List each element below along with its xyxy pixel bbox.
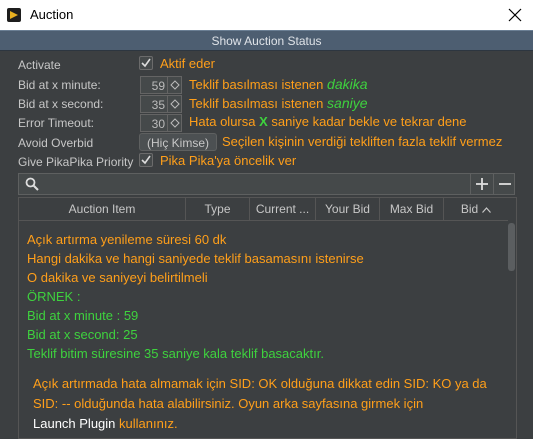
column-header-type[interactable]: Type	[186, 198, 250, 220]
show-auction-status-label: Show Auction Status	[211, 34, 322, 48]
check-icon	[141, 58, 151, 68]
plus-icon	[476, 178, 488, 190]
column-header-max-bid[interactable]: Max Bid	[380, 198, 444, 220]
info-line-3: O dakika ve saniyeyi belirtilmeli	[27, 270, 208, 285]
column-header-your-bid[interactable]: Your Bid	[316, 198, 380, 220]
error-timeout-spin-button[interactable]	[167, 115, 181, 131]
search-icon	[25, 177, 39, 191]
sort-ascending-icon	[482, 206, 492, 213]
info-line-6: Bid at x second: 25	[27, 327, 138, 342]
error-timeout-label: Error Timeout:	[18, 116, 95, 130]
priority-checkbox[interactable]	[139, 153, 153, 167]
priority-description: Pika Pika'ya öncelik ver	[160, 153, 297, 168]
launch-plugin-text: Launch Plugin	[33, 416, 116, 431]
error-timeout-value: 30	[151, 117, 165, 131]
bid-minute-value: 59	[151, 79, 165, 93]
error-timeout-description: Hata olursa X saniye kadar bekle ve tekr…	[189, 114, 467, 129]
minus-icon	[499, 183, 511, 185]
table-header: Auction Item Type Current ... Your Bid M…	[19, 198, 508, 221]
info-line-10: Launch Plugin kullanınız.	[33, 416, 178, 431]
avoid-overbid-select-button[interactable]: (Hiç Kimse)	[139, 133, 217, 151]
bid-minute-spin-button[interactable]	[167, 77, 181, 93]
activate-label: Activate	[18, 58, 61, 72]
bid-second-description: Teklif basılması istenen saniye	[189, 95, 368, 111]
show-auction-status-button[interactable]: Show Auction Status	[0, 30, 533, 51]
remove-button[interactable]	[493, 174, 515, 194]
avoid-overbid-description: Seçilen kişinin verdiği tekliften fazla …	[222, 134, 503, 149]
info-line-4: ÖRNEK :	[27, 289, 81, 304]
title-bar: Auction	[0, 0, 533, 30]
column-header-current[interactable]: Current ...	[250, 198, 316, 220]
info-line-8: Açık artırmada hata almamak için SID: OK…	[33, 376, 487, 391]
spinner-arrows-icon	[170, 99, 180, 109]
info-line-7: Teklif bitim süresine 35 saniye kala tek…	[27, 346, 324, 361]
bid-minute-description: Teklif basılması istenen dakika	[189, 76, 368, 92]
info-line-1: Açık artırma yenileme süresi 60 dk	[27, 232, 227, 247]
column-header-bid[interactable]: Bid	[444, 198, 508, 220]
search-input[interactable]	[45, 175, 465, 193]
auction-app-icon	[7, 8, 21, 22]
priority-label: Give PikaPika Priority	[18, 155, 134, 169]
activate-description: Aktif eder	[160, 56, 215, 71]
info-line-2: Hangi dakika ve hangi saniyede teklif ba…	[27, 251, 364, 266]
bid-second-value: 35	[151, 98, 165, 112]
table-scrollbar[interactable]	[507, 221, 516, 438]
search-bar	[18, 173, 515, 195]
bid-second-spin-button[interactable]	[167, 96, 181, 112]
close-button[interactable]	[497, 0, 533, 30]
window-title: Auction	[30, 7, 74, 22]
scrollbar-thumb[interactable]	[508, 223, 515, 271]
info-line-9: SID: -- olduğunda hata alabilirsiniz. Oy…	[33, 396, 424, 411]
bid-minute-label: Bid at x minute:	[18, 78, 101, 92]
close-icon	[508, 8, 522, 22]
column-header-bid-label: Bid	[460, 202, 479, 216]
spinner-arrows-icon	[170, 80, 180, 90]
avoid-overbid-label: Avoid Overbid	[18, 136, 94, 150]
spinner-arrows-icon	[170, 118, 180, 128]
bid-second-spinner[interactable]: 35	[140, 95, 182, 113]
bid-second-label: Bid at x second:	[18, 97, 104, 111]
add-button[interactable]	[470, 174, 492, 194]
info-line-5: Bid at x minute : 59	[27, 308, 139, 323]
check-icon	[141, 155, 151, 165]
activate-checkbox[interactable]	[139, 56, 153, 70]
error-timeout-spinner[interactable]: 30	[140, 114, 182, 132]
avoid-overbid-selected: (Hiç Kimse)	[147, 136, 209, 150]
column-header-auction-item[interactable]: Auction Item	[19, 198, 186, 220]
bid-minute-spinner[interactable]: 59	[140, 76, 182, 94]
